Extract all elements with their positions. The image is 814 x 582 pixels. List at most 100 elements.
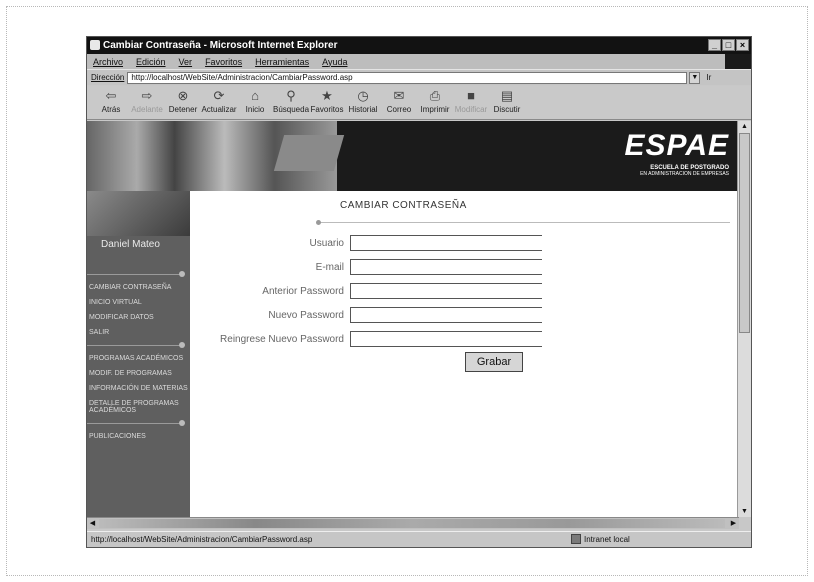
- menu-ayuda[interactable]: Ayuda: [322, 57, 347, 67]
- page-content: ESPAE ESCUELA DE POSTGRADO EN ADMINISTRA…: [87, 121, 739, 517]
- windows-logo-icon: [725, 54, 751, 69]
- history-button[interactable]: ◷ Historial: [345, 88, 381, 115]
- divider: [87, 342, 185, 348]
- horizontal-scroll-thumb[interactable]: [99, 519, 725, 528]
- home-button[interactable]: ⌂ Inicio: [237, 88, 273, 115]
- discuss-icon: ▤: [500, 88, 514, 103]
- sidebar-item-programas[interactable]: PROGRAMAS ACADÉMICOS: [87, 351, 190, 366]
- form-row-nuevo-password: Nuevo Password: [190, 307, 542, 323]
- email-input[interactable]: [350, 259, 542, 275]
- history-label: Historial: [348, 105, 378, 114]
- refresh-label: Actualizar: [201, 105, 237, 114]
- refresh-button[interactable]: ⟳ Actualizar: [201, 88, 237, 115]
- print-icon: ⎙: [429, 88, 441, 103]
- sidebar-photo: [87, 191, 190, 236]
- usuario-input[interactable]: [350, 235, 542, 251]
- maximize-button[interactable]: □: [722, 39, 735, 51]
- status-bar: http://localhost/WebSite/Administracion/…: [87, 531, 751, 547]
- address-dropdown-icon[interactable]: ▼: [689, 71, 701, 84]
- address-label: Dirección: [91, 73, 125, 82]
- go-button[interactable]: Ir: [706, 73, 711, 82]
- window-title: Cambiar Contraseña - Microsoft Internet …: [103, 40, 338, 51]
- forward-button[interactable]: ⇨ Adelante: [129, 89, 165, 115]
- menu-favoritos[interactable]: Favoritos: [205, 57, 242, 67]
- toolbar: ⇦ Atrás ⇨ Adelante ⊗ Detener ⟳ Actualizar ⌂ I…: [87, 86, 751, 120]
- scroll-left-icon[interactable]: ◀: [87, 518, 98, 529]
- sidebar-item-cambiar-contrasena[interactable]: CAMBIAR CONTRASEÑA: [87, 280, 190, 295]
- email-label: E-mail: [315, 261, 344, 273]
- mail-label: Correo: [386, 105, 412, 114]
- forward-label: Adelante: [131, 105, 163, 114]
- mail-button[interactable]: ✉ Correo: [381, 89, 417, 115]
- sidebar-item-inicio-virtual[interactable]: INICIO VIRTUAL: [87, 295, 190, 310]
- form-row-reingrese-password: Reingrese Nuevo Password: [190, 331, 542, 347]
- vertical-scrollbar[interactable]: ▲ ▼: [737, 121, 751, 517]
- sidebar-item-detalle-programas[interactable]: DETALLE DE PROGRAMAS ACADÉMICOS: [87, 396, 190, 418]
- search-button[interactable]: ⚲ Búsqueda: [272, 88, 310, 115]
- user-name: Daniel Mateo: [101, 239, 160, 250]
- anterior-password-input[interactable]: [350, 283, 542, 299]
- close-button[interactable]: ×: [736, 39, 749, 51]
- scroll-up-icon[interactable]: ▲: [739, 121, 750, 132]
- intranet-icon: [571, 534, 581, 544]
- sidebar-item-modif-programas[interactable]: MODIF. DE PROGRAMAS: [87, 366, 190, 381]
- address-input[interactable]: http://localhost/WebSite/Administracion/…: [127, 71, 688, 84]
- sidebar: Daniel Mateo CAMBIAR CONTRASEÑA INICIO V…: [87, 191, 190, 517]
- menu-edicion[interactable]: Edición: [136, 57, 166, 67]
- back-label: Atrás: [101, 105, 121, 114]
- nuevo-password-input[interactable]: [350, 307, 542, 323]
- menu-ver[interactable]: Ver: [179, 57, 193, 67]
- sidebar-item-salir[interactable]: SALIR: [87, 325, 190, 340]
- usuario-label: Usuario: [309, 237, 344, 249]
- favorites-label: Favoritos: [310, 105, 344, 114]
- menu-herramientas[interactable]: Herramientas: [255, 57, 309, 67]
- address-url: http://localhost/WebSite/Administracion/…: [131, 73, 353, 82]
- header-banner: ESPAE ESCUELA DE POSTGRADO EN ADMINISTRA…: [87, 121, 739, 191]
- back-arrow-icon: ⇦: [105, 88, 117, 103]
- banner-photo: [87, 121, 345, 191]
- stop-button[interactable]: ⊗ Detener: [165, 89, 201, 115]
- form-row-usuario: Usuario: [190, 235, 542, 251]
- divider: [87, 271, 185, 277]
- vertical-scroll-thumb[interactable]: [739, 133, 750, 333]
- sidebar-item-materias[interactable]: INFORMACIÓN DE MATERIAS: [87, 381, 190, 396]
- sidebar-menu: CAMBIAR CONTRASEÑA INICIO VIRTUAL MODIFI…: [87, 269, 190, 444]
- anterior-password-label: Anterior Password: [262, 285, 344, 297]
- print-button[interactable]: ⎙ Imprimir: [417, 88, 453, 115]
- espae-logo: ESPAE ESCUELA DE POSTGRADO EN ADMINISTRA…: [625, 129, 729, 177]
- logo-subtitle-2: EN ADMINISTRACION DE EMPRESAS: [640, 171, 729, 177]
- scroll-down-icon[interactable]: ▼: [739, 506, 750, 517]
- menu-archivo[interactable]: Archivo: [93, 57, 123, 67]
- address-bar: Dirección http://localhost/WebSite/Admin…: [87, 69, 751, 85]
- print-label: Imprimir: [420, 105, 450, 114]
- main-panel: CAMBIAR CONTRASEÑA Usuario E-mail Anteri…: [190, 191, 739, 517]
- favorites-button[interactable]: ★ Favoritos: [309, 88, 345, 115]
- refresh-icon: ⟳: [213, 88, 225, 103]
- back-button[interactable]: ⇦ Atrás: [93, 88, 129, 115]
- minimize-button[interactable]: _: [708, 39, 721, 51]
- reingrese-password-input[interactable]: [350, 331, 542, 347]
- home-icon: ⌂: [251, 88, 259, 103]
- form-row-anterior-password: Anterior Password: [190, 283, 542, 299]
- ie-icon: [90, 40, 100, 50]
- edit-button[interactable]: ■ Modificar: [453, 89, 489, 115]
- history-icon: ◷: [357, 88, 369, 103]
- search-icon: ⚲: [286, 88, 296, 103]
- discuss-label: Discutir: [493, 105, 521, 114]
- sidebar-item-publicaciones[interactable]: PUBLICACIONES: [87, 429, 190, 444]
- menu-bar: Archivo Edición Ver Favoritos Herramient…: [87, 54, 751, 69]
- search-label: Búsqueda: [272, 105, 310, 114]
- window-controls: _ □ ×: [708, 39, 749, 51]
- horizontal-scrollbar[interactable]: ◀ ▶: [87, 517, 739, 529]
- nuevo-password-label: Nuevo Password: [268, 309, 344, 321]
- security-zone: Intranet local: [571, 534, 630, 544]
- status-url: http://localhost/WebSite/Administracion/…: [91, 535, 313, 544]
- scroll-right-icon[interactable]: ▶: [728, 518, 739, 529]
- grabar-button[interactable]: Grabar: [465, 352, 523, 372]
- discuss-button[interactable]: ▤ Discutir: [489, 88, 525, 115]
- sidebar-item-modificar-datos[interactable]: MODIFICAR DATOS: [87, 310, 190, 325]
- reingrese-password-label: Reingrese Nuevo Password: [220, 333, 344, 345]
- edit-label: Modificar: [454, 105, 488, 114]
- stop-label: Detener: [168, 105, 198, 114]
- favorites-icon: ★: [321, 88, 333, 103]
